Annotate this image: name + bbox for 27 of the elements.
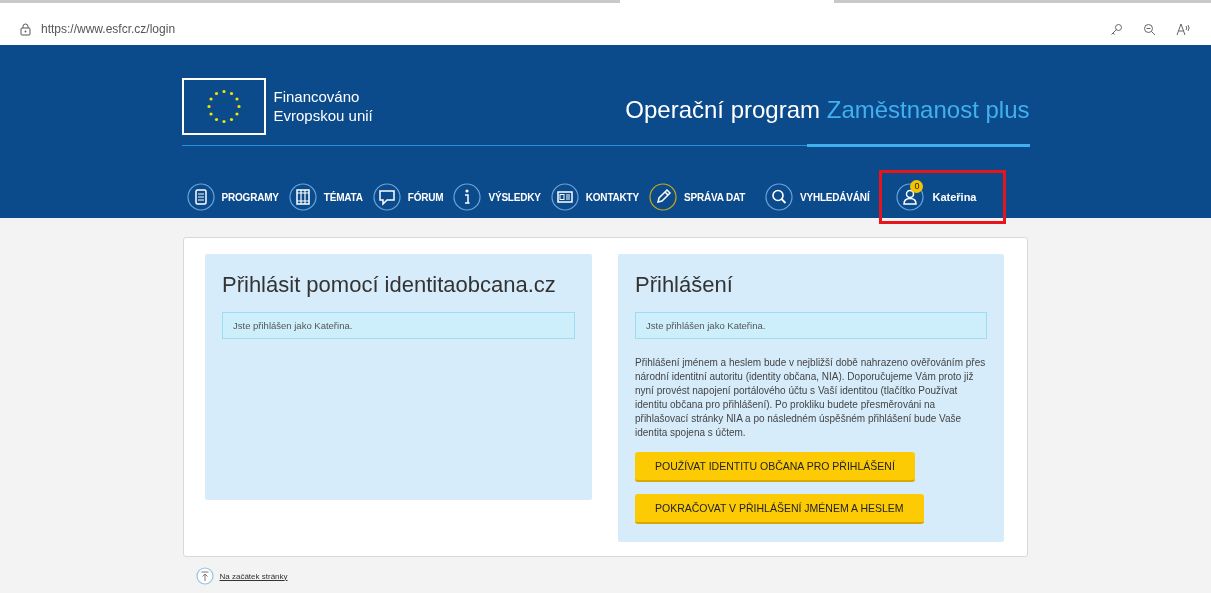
panel-title: Přihlásit pomocí identitaobcana.cz — [222, 272, 557, 298]
key-icon[interactable] — [1110, 22, 1123, 36]
nav-item[interactable]: KONTAKTY — [550, 183, 639, 211]
read-aloud-icon[interactable] — [1176, 22, 1191, 36]
program-title[interactable]: Operační program Zaměstnanost plus — [625, 96, 1030, 124]
back-to-top-link[interactable]: Na začátek stránky — [219, 571, 288, 581]
notification-badge: 0 — [910, 180, 924, 193]
eu-flag-icon — [181, 77, 266, 135]
user-icon — [896, 183, 925, 211]
search-link[interactable]: VYHLEDÁVÁNÍ — [765, 183, 870, 211]
search-icon — [765, 183, 793, 211]
nav-item[interactable]: SPRÁVA DAT — [649, 183, 746, 211]
info-paragraph: Přihlášení jménem a heslem bude v nejbližší době nahrazeno ověřováním přes národní identitní autoritu (identity občana, NIA). Doporučujeme Vám proto již nyní provést napojení portálového účtu s Vaší identitou (tlačítko Používat identitu občana pro přihlášení). Po prokliku budete přesměrováni na přihlašovací stránky NIA a po následném úspěšném přihlášení bude Vaše identita spojena s účtem. — [635, 356, 987, 440]
login-notice: Jste přihlášen jako Kateřina. — [222, 312, 575, 339]
eu-label: Evropskou unií — [273, 106, 373, 125]
panel-title: Přihlášení — [635, 272, 734, 298]
login-notice: Jste přihlášen jako Kateřina. — [635, 312, 987, 339]
nav-item[interactable]: VÝSLEDKY — [453, 183, 541, 211]
nav-item[interactable]: TÉMATA — [288, 183, 363, 211]
eu-label: Financováno — [273, 87, 361, 106]
nav-item[interactable]: PROGRAMY — [186, 183, 279, 211]
nav-item[interactable]: FÓRUM — [372, 183, 444, 211]
zoom-out-icon[interactable] — [1143, 22, 1156, 36]
login-button[interactable]: POKRAČOVAT V PŘIHLÁŠENÍ JMÉNEM A HESLEM — [635, 494, 924, 524]
user-menu[interactable]: Kateřina 0 — [879, 170, 1006, 224]
login-button[interactable]: POUŽÍVAT IDENTITU OBČANA PRO PŘIHLÁŠENÍ — [635, 452, 915, 482]
lock-icon[interactable] — [20, 22, 31, 36]
